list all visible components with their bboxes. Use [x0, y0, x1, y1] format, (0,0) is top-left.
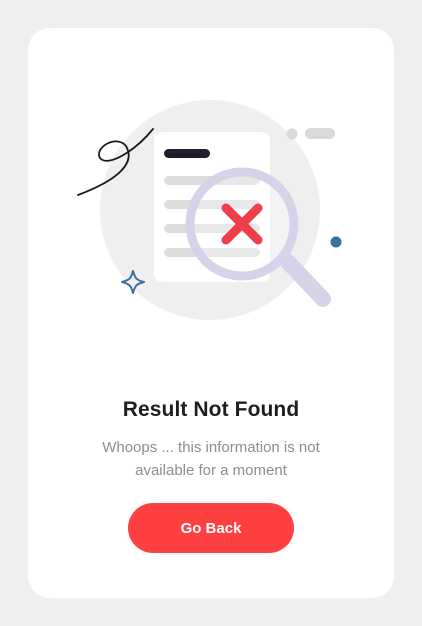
- status-message: Whoops ... this information is not avail…: [102, 439, 320, 479]
- not-found-illustration: [77, 100, 342, 320]
- dot-decoration: [286, 128, 298, 140]
- not-found-card: Result Not Found Whoops ... this informa…: [28, 28, 394, 598]
- go-back-button[interactable]: Go Back: [128, 503, 294, 553]
- pill-decoration: [305, 128, 335, 139]
- page-title: Result Not Found: [122, 398, 300, 421]
- dot-decoration-blue: [330, 236, 342, 248]
